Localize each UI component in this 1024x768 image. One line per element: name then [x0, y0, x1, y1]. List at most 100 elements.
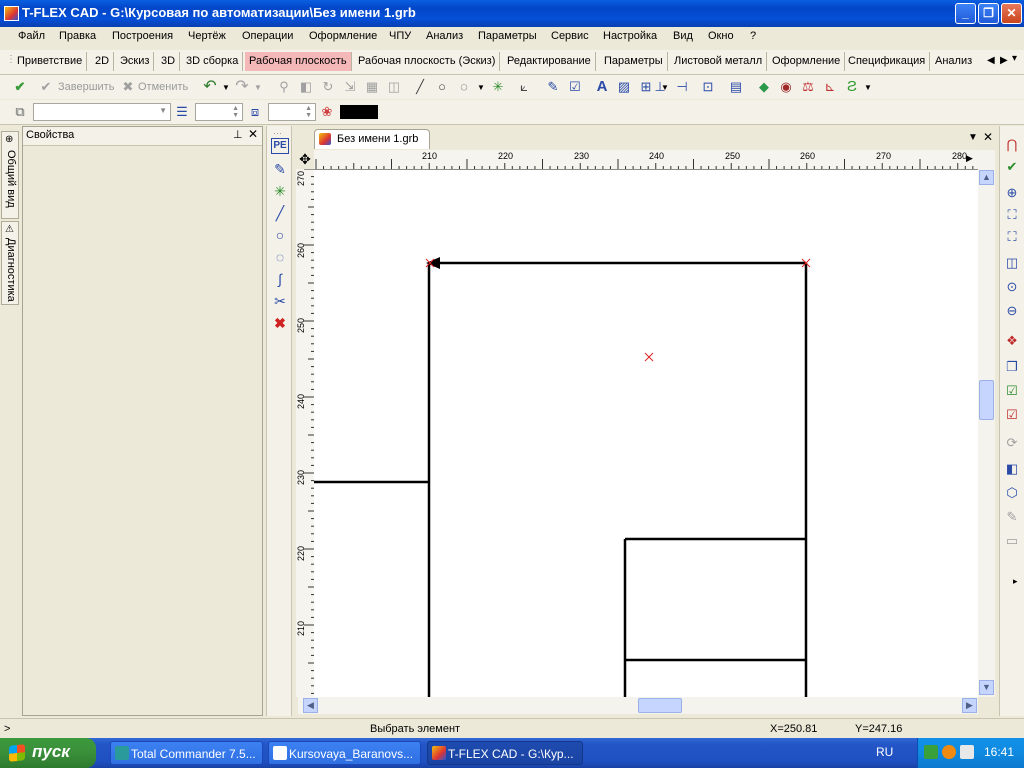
- tab-work-plane-sketch[interactable]: Рабочая плоскость (Эскиз): [354, 52, 501, 71]
- ellipse-tool-icon[interactable]: ◌: [456, 79, 472, 95]
- dimension-tool-icon[interactable]: ⊣: [674, 79, 690, 95]
- tab-list-icon[interactable]: ▼: [968, 132, 978, 143]
- level-icon[interactable]: ⧈: [247, 104, 263, 120]
- style-combo[interactable]: ▼: [33, 103, 171, 121]
- antivirus-icon[interactable]: [942, 745, 956, 759]
- zoom-page-icon[interactable]: ◫: [1003, 254, 1021, 272]
- vertical-scrollbar[interactable]: ▲ ▼: [978, 150, 995, 697]
- taskbar-item-total-commander[interactable]: Total Commander 7.5...: [110, 741, 263, 765]
- color-picker-icon[interactable]: ❀: [319, 104, 335, 120]
- hatch-tool-icon[interactable]: ▨: [616, 79, 632, 95]
- vertical-scroll-thumb[interactable]: [979, 380, 994, 420]
- ellipse-icon[interactable]: ◌: [271, 248, 289, 266]
- taskbar-item-tflex[interactable]: T-FLEX CAD - G:\Кур...: [427, 741, 583, 765]
- scroll-left-icon[interactable]: ◀: [303, 698, 318, 713]
- undo-dropdown-icon[interactable]: ▼: [222, 83, 230, 92]
- plane-icon[interactable]: ◧: [298, 79, 314, 95]
- move-icon[interactable]: ⇲: [342, 79, 358, 95]
- zoom-window-icon[interactable]: ⛶: [1003, 206, 1021, 224]
- trim-tool-icon[interactable]: ⟀: [516, 79, 532, 95]
- snap-icon[interactable]: ✔: [1003, 158, 1021, 176]
- magnet-icon[interactable]: ⋂: [1003, 136, 1021, 154]
- rotate-icon[interactable]: ↻: [320, 79, 336, 95]
- tab-editing[interactable]: Редактирование: [503, 52, 596, 71]
- zoom-in-icon[interactable]: ⊕: [1003, 184, 1021, 202]
- menu-help[interactable]: ?: [750, 30, 756, 42]
- close-panel-icon[interactable]: ✕: [248, 127, 258, 141]
- close-document-icon[interactable]: ✕: [983, 130, 993, 144]
- menu-edit[interactable]: Правка: [59, 30, 96, 42]
- close-button[interactable]: ✕: [1001, 3, 1022, 24]
- tab-scroll-right-icon[interactable]: ▶: [1000, 55, 1008, 66]
- model-icon[interactable]: ◆: [756, 79, 772, 95]
- zoom-out-icon[interactable]: ⊖: [1003, 302, 1021, 320]
- cancel-button[interactable]: Отменить: [138, 81, 188, 93]
- menu-settings[interactable]: Настройка: [603, 30, 657, 42]
- spline-icon[interactable]: ∫: [271, 270, 289, 288]
- horizontal-scrollbar[interactable]: ◀ ▶: [298, 697, 978, 714]
- menu-drawing[interactable]: Чертёж: [188, 30, 226, 42]
- language-indicator[interactable]: RU: [876, 745, 893, 759]
- layer-spinner[interactable]: ▲ ▼: [195, 103, 243, 121]
- menu-cnc[interactable]: ЧПУ: [389, 30, 411, 42]
- node-icon[interactable]: ✳: [271, 182, 289, 200]
- view-icon[interactable]: ◫: [386, 79, 402, 95]
- tab-welcome[interactable]: Приветствие: [13, 52, 88, 71]
- start-button[interactable]: пуск: [0, 738, 96, 768]
- document-tab[interactable]: Без имени 1.grb: [314, 129, 430, 149]
- pan-icon[interactable]: ✥: [296, 151, 314, 168]
- status-expand-icon[interactable]: >: [4, 723, 10, 735]
- tab-sheet-metal[interactable]: Листовой металл: [670, 52, 768, 71]
- grid-icon[interactable]: ▦: [364, 79, 380, 95]
- rotate-view-icon[interactable]: ⟳: [1003, 434, 1021, 452]
- tab-diagnostics[interactable]: ⚠ Диагностика: [1, 221, 19, 305]
- render-icon[interactable]: ◉: [778, 79, 794, 95]
- fragment-tool-icon[interactable]: ⊡: [700, 79, 716, 95]
- double-check-icon[interactable]: ✔: [12, 79, 28, 95]
- menu-file[interactable]: Файл: [18, 30, 45, 42]
- scroll-down-icon[interactable]: ▼: [979, 680, 994, 695]
- tab-3d[interactable]: 3D: [157, 52, 181, 71]
- circle-icon[interactable]: ○: [271, 226, 289, 244]
- calculator-icon[interactable]: ▤: [728, 79, 744, 95]
- pe-mode-icon[interactable]: PE: [271, 138, 289, 154]
- scroll-right-icon[interactable]: ▶: [962, 698, 977, 713]
- menu-parameters[interactable]: Параметры: [478, 30, 537, 42]
- level-spinner[interactable]: ▲ ▼: [268, 103, 316, 121]
- volume-icon[interactable]: [960, 745, 974, 759]
- minimize-button[interactable]: _: [955, 3, 976, 24]
- tab-parameters[interactable]: Параметры: [600, 52, 668, 71]
- pin-panel-icon[interactable]: ⊥: [233, 128, 243, 141]
- horizontal-scroll-thumb[interactable]: [638, 698, 682, 713]
- roughness-dropdown-icon[interactable]: ▼: [661, 83, 669, 92]
- drawing-canvas[interactable]: [314, 170, 978, 697]
- taskbar-item-kursovaya[interactable]: Kursovaya_Baranovs...: [268, 741, 421, 765]
- spline-dropdown-icon[interactable]: ▼: [864, 83, 872, 92]
- menu-formatting[interactable]: Оформление: [309, 30, 377, 42]
- render-mode-icon[interactable]: ❖: [1003, 332, 1021, 350]
- node-tool-icon[interactable]: ✳: [490, 79, 506, 95]
- tab-sketch[interactable]: Эскиз: [116, 52, 155, 71]
- tab-specification[interactable]: Спецификация: [844, 52, 931, 71]
- delete-icon[interactable]: ✖: [271, 314, 289, 332]
- tab-formatting[interactable]: Оформление: [768, 52, 846, 71]
- measure-icon[interactable]: ⚖: [800, 79, 816, 95]
- restore-button[interactable]: ❐: [978, 3, 999, 24]
- zoom-previous-icon[interactable]: ⊙: [1003, 278, 1021, 296]
- circle-tool-icon[interactable]: ○: [434, 79, 450, 95]
- menu-view[interactable]: Вид: [673, 30, 693, 42]
- title-bar[interactable]: T-FLEX CAD - G:\Курсовая по автоматизаци…: [0, 0, 1024, 27]
- pages-icon[interactable]: ❐: [1003, 358, 1021, 376]
- axis-icon[interactable]: ⊾: [822, 79, 838, 95]
- ruler-scroll-right-icon[interactable]: ▶: [966, 153, 973, 164]
- color-swatch[interactable]: [340, 105, 378, 119]
- network-icon[interactable]: [924, 745, 938, 759]
- text-tool-icon[interactable]: A: [594, 79, 610, 95]
- front-view-icon[interactable]: ◧: [1003, 460, 1021, 478]
- pencil-tool-icon[interactable]: ✎: [545, 79, 561, 95]
- scroll-up-icon[interactable]: ▲: [979, 170, 994, 185]
- zoom-fit-icon[interactable]: ⛶: [1003, 228, 1021, 246]
- line-tool-icon[interactable]: ╱: [412, 79, 428, 95]
- menu-window[interactable]: Окно: [708, 30, 734, 42]
- tab-analysis[interactable]: Анализ: [931, 52, 976, 71]
